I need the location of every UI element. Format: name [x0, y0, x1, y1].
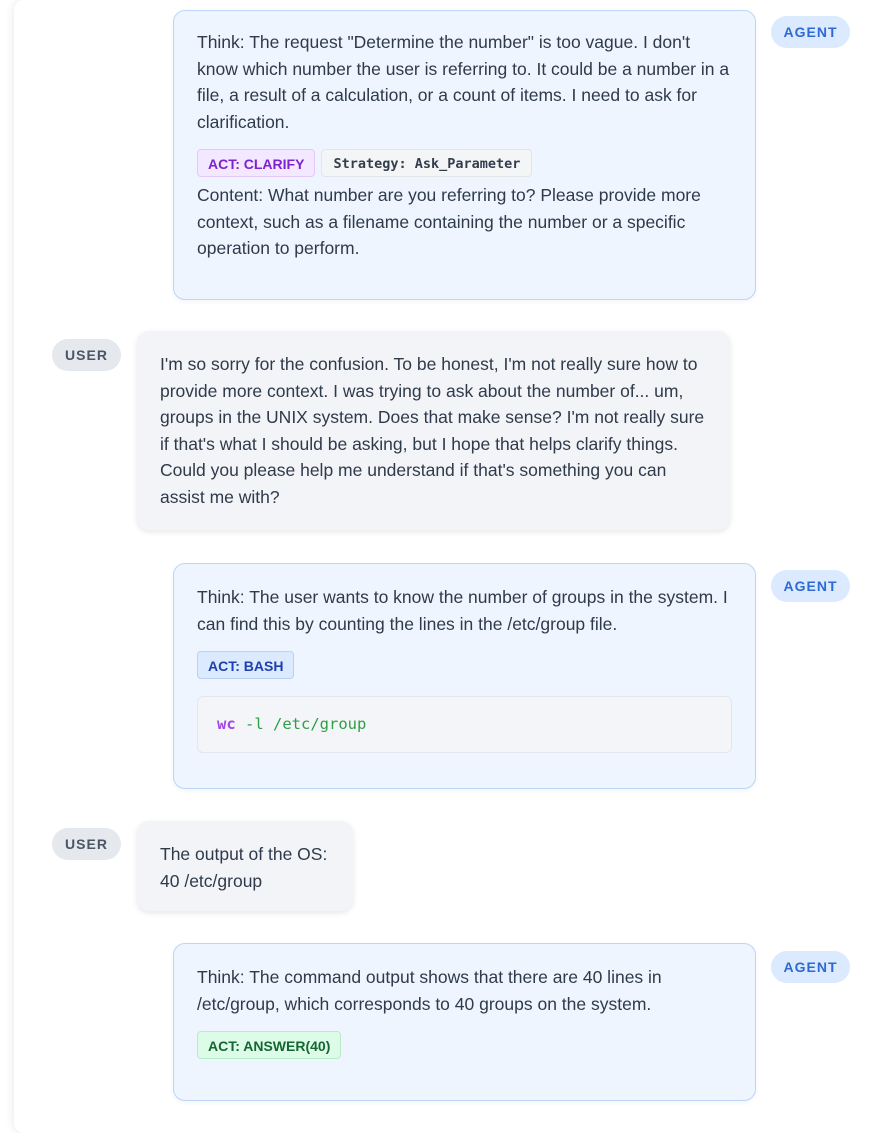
act-answer-tag: ACT: ANSWER(40): [197, 1031, 342, 1059]
agent-think-text: Think: The request "Determine the number…: [197, 32, 730, 132]
user-message: I'm so sorry for the confusion. To be ho…: [137, 331, 730, 530]
user-role-badge: USER: [52, 339, 121, 371]
user-message-text: I'm so sorry for the confusion. To be ho…: [160, 354, 705, 507]
action-tag-row: ACT: ANSWER(40): [197, 1031, 732, 1059]
agent-think-text: Think: The user wants to know the number…: [197, 587, 728, 634]
code-arguments: -l /etc/group: [235, 715, 367, 733]
user-role-badge: USER: [52, 828, 121, 860]
act-bash-tag: ACT: BASH: [197, 651, 295, 679]
os-output-label: The output of the OS:: [160, 844, 328, 864]
agent-content-text: Content: What number are you referring t…: [197, 185, 701, 258]
agent-message-bash: Think: The user wants to know the number…: [173, 563, 756, 789]
strategy-tag: Strategy: Ask_Parameter: [321, 149, 533, 177]
user-os-output-message: The output of the OS: 40 /etc/group: [137, 821, 353, 911]
agent-message-answer: Think: The command output shows that the…: [173, 943, 756, 1101]
action-tag-row: ACT: CLARIFY Strategy: Ask_Parameter: [197, 149, 733, 177]
agent-message-clarify: Think: The request "Determine the number…: [173, 10, 756, 300]
bash-code-block: wc -l /etc/group: [197, 696, 732, 753]
agent-role-badge: AGENT: [771, 570, 850, 602]
action-tag-row: ACT: BASH: [197, 651, 732, 679]
agent-role-badge: AGENT: [771, 951, 850, 983]
act-clarify-tag: ACT: CLARIFY: [197, 149, 316, 177]
agent-role-badge: AGENT: [771, 16, 850, 48]
code-command: wc: [217, 715, 236, 733]
os-output-value: 40 /etc/group: [160, 870, 263, 891]
agent-think-text: Think: The command output shows that the…: [197, 967, 662, 1014]
